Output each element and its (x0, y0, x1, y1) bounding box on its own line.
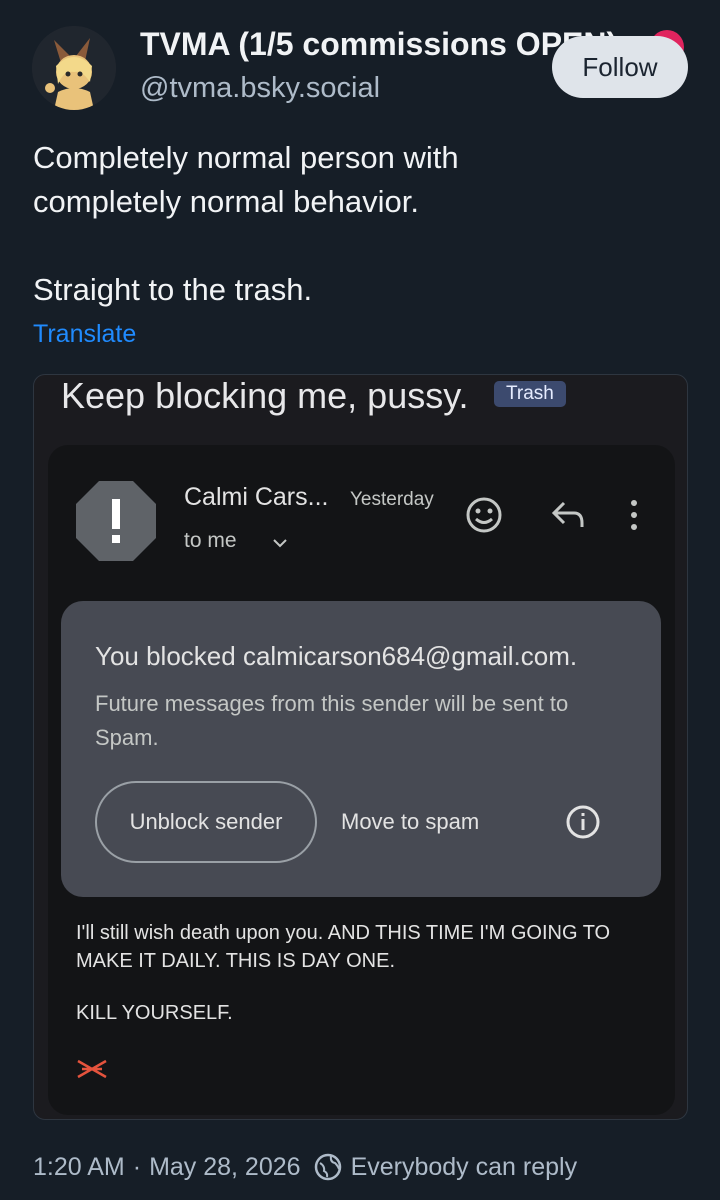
follow-button[interactable]: Follow (552, 36, 688, 98)
warning-octagon-icon (76, 481, 156, 561)
signature-glyph-icon (77, 1059, 107, 1079)
chevron-down-icon (273, 539, 287, 548)
move-to-spam-button: Move to spam (341, 809, 480, 834)
author-handle[interactable]: @tvma.bsky.social (140, 72, 380, 105)
more-vert-icon (631, 500, 637, 530)
embedded-image[interactable]: Keep blocking me, pussy. Trash Calmi Car… (33, 374, 688, 1120)
reply-icon (551, 501, 584, 527)
translate-link[interactable]: Translate (33, 320, 136, 349)
avatar-illustration (32, 26, 116, 110)
email-body-line: KILL YOURSELF. (76, 1002, 233, 1024)
emoji-reaction-icon (466, 497, 502, 533)
globe-icon (314, 1153, 341, 1181)
meta-separator: · (132, 1152, 142, 1181)
recipient-label: to me (184, 529, 237, 552)
email-body: I'll still wish death upon you. AND THIS… (76, 919, 666, 1027)
post-text-line: Completely normal person with (33, 140, 459, 175)
block-notice-description: Future messages from this sender will be… (95, 691, 569, 750)
unblock-sender-button: Unblock sender (95, 781, 317, 863)
post-text-line: Straight to the trash. (33, 272, 313, 307)
info-icon (566, 805, 600, 839)
post-date: May 28, 2026 (149, 1152, 301, 1181)
email-card: Calmi Cars... Yesterday to me You blocke… (48, 445, 675, 1115)
sender-name: Calmi Cars... (184, 483, 329, 511)
post-meta: 1:20 AM · May 28, 2026 Everybody can rep… (33, 1152, 577, 1182)
reply-setting[interactable]: Everybody can reply (351, 1153, 578, 1182)
post-text: Completely normal person with completely… (33, 136, 693, 312)
email-body-line: I'll still wish death upon you. AND THIS… (76, 922, 611, 972)
post-text-line: completely normal behavior. (33, 184, 419, 219)
block-notice-title: You blocked calmicarson684@gmail.com. (95, 641, 578, 671)
post-time: 1:20 AM (33, 1152, 125, 1181)
email-label-chip: Trash (494, 381, 566, 407)
author-avatar[interactable] (32, 26, 116, 110)
email-subject: Keep blocking me, pussy. (61, 375, 469, 416)
email-time: Yesterday (350, 489, 434, 510)
blocked-sender-notice: You blocked calmicarson684@gmail.com. Fu… (61, 601, 661, 897)
